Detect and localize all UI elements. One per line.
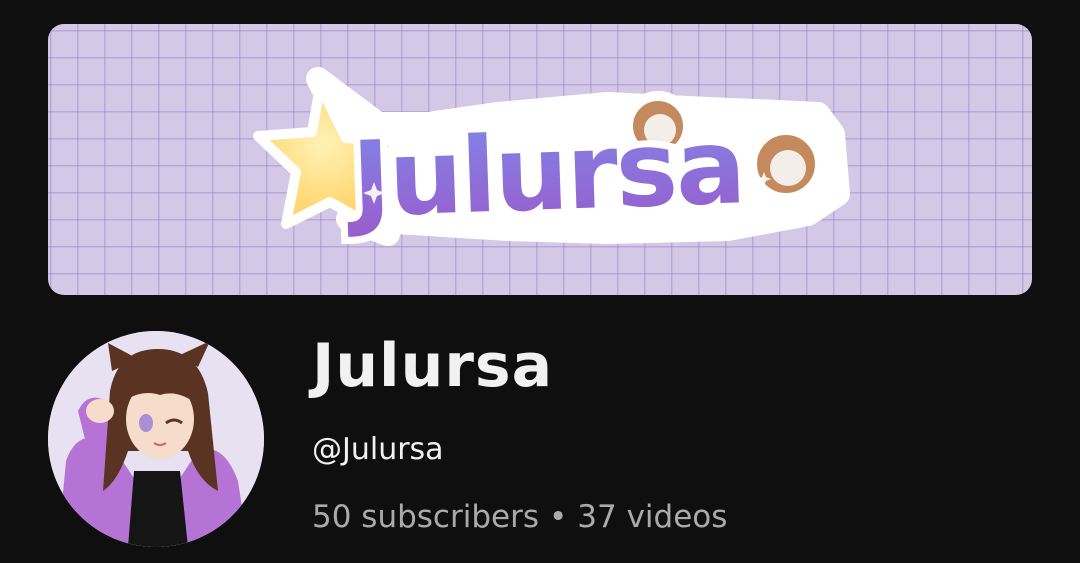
banner-logo-text: Julursa: [344, 105, 746, 241]
banner-artwork: Julursa: [253, 67, 850, 248]
channel-name: Julursa: [312, 331, 554, 401]
channel-avatar[interactable]: [48, 331, 264, 547]
channel-banner: Julursa: [48, 24, 1032, 295]
video-count: 37 videos: [577, 499, 728, 535]
channel-handle: @Julursa: [312, 432, 444, 467]
subscriber-count: 50 subscribers: [312, 499, 539, 535]
vtuber-avatar-icon: [48, 331, 264, 547]
stats-separator: •: [548, 499, 568, 535]
channel-header: Julursa Julursa @Julursa 50 subscribers …: [0, 0, 1080, 563]
channel-stats: 50 subscribers • 37 videos: [312, 494, 727, 540]
